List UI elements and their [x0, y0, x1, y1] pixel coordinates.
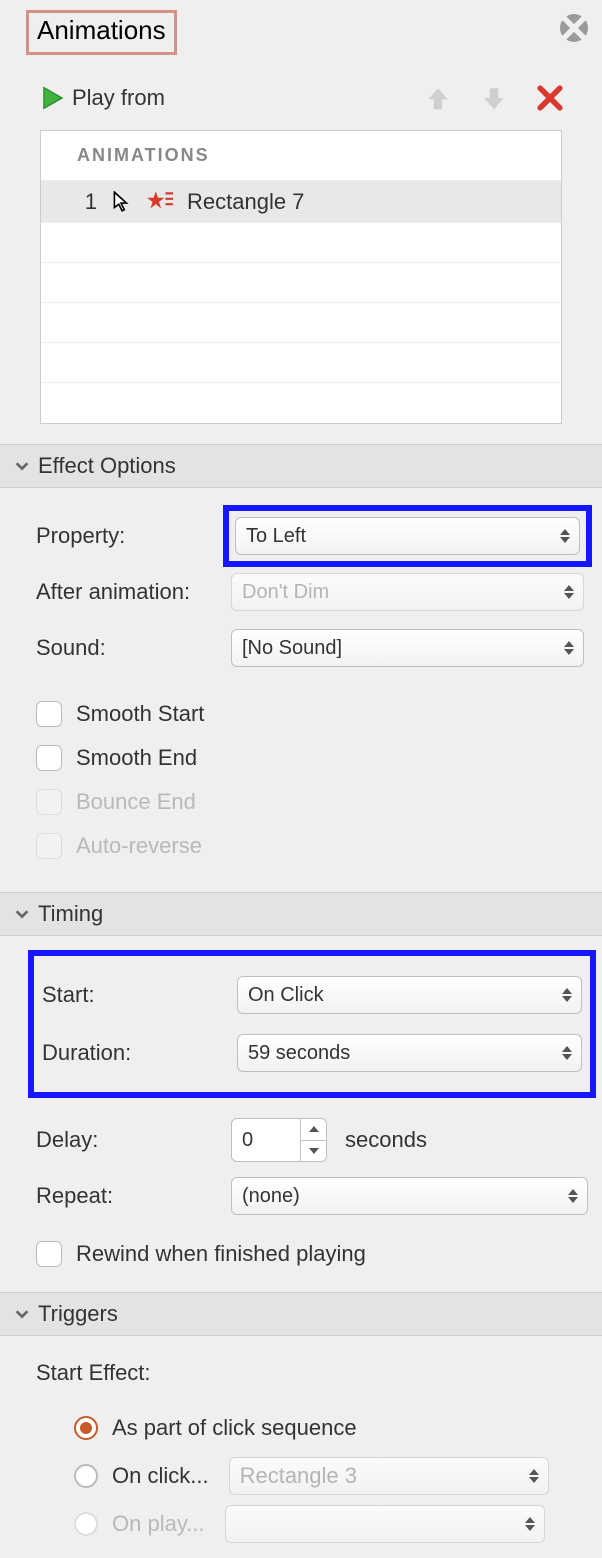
smooth-end-check[interactable]: Smooth End — [36, 736, 602, 780]
delay-label: Delay: — [36, 1127, 231, 1153]
repeat-label: Repeat: — [36, 1183, 231, 1209]
check-label: Auto-reverse — [76, 833, 202, 859]
list-item-empty — [41, 263, 561, 303]
delete-button[interactable] — [536, 84, 564, 112]
checkbox-icon — [36, 789, 62, 815]
check-label: Smooth End — [76, 745, 197, 771]
list-item[interactable]: 1 Rectangle 7 — [41, 181, 561, 223]
checkbox-icon — [36, 701, 62, 727]
section-timing[interactable]: Timing — [0, 892, 602, 936]
onclick-target-select[interactable]: Rectangle 3 — [229, 1457, 549, 1495]
onplay-target-select — [225, 1505, 545, 1543]
sound-label: Sound: — [36, 635, 231, 661]
repeat-value: (none) — [242, 1185, 300, 1208]
after-animation-label: After animation: — [36, 579, 231, 605]
highlight-box: To Left — [223, 505, 592, 567]
start-select[interactable]: On Click — [237, 976, 582, 1014]
section-title: Timing — [38, 901, 103, 927]
move-down-button[interactable] — [480, 84, 508, 112]
section-title: Effect Options — [38, 453, 176, 479]
rewind-check[interactable]: Rewind when finished playing — [36, 1232, 588, 1276]
timing-form: Start: On Click Duration: 59 seconds Del… — [0, 936, 602, 1292]
trigger-onclick-radio[interactable]: On click... Rectangle 3 — [36, 1452, 588, 1500]
panel-header: Animations — [0, 0, 602, 58]
list-item-name: Rectangle 7 — [187, 189, 304, 215]
section-triggers[interactable]: Triggers — [0, 1292, 602, 1336]
property-value: To Left — [246, 525, 306, 548]
after-animation-select[interactable]: Don't Dim — [231, 573, 584, 611]
checkbox-icon — [36, 833, 62, 859]
check-label: Rewind when finished playing — [76, 1241, 366, 1267]
checkbox-icon — [36, 1241, 62, 1267]
cursor-icon — [111, 191, 131, 213]
radio-icon — [74, 1464, 98, 1488]
chevron-down-icon — [14, 906, 30, 922]
move-up-button[interactable] — [424, 84, 452, 112]
start-effect-label: Start Effect: — [36, 1360, 588, 1386]
property-label: Property: — [36, 523, 231, 549]
check-label: Smooth Start — [76, 701, 204, 727]
radio-label: On play... — [112, 1511, 205, 1537]
list-header: ANIMATIONS — [41, 131, 561, 181]
list-item-index: 1 — [81, 189, 97, 215]
stepper-down-icon[interactable] — [301, 1141, 326, 1162]
repeat-select[interactable]: (none) — [231, 1177, 588, 1215]
duration-select[interactable]: 59 seconds — [237, 1034, 582, 1072]
radio-label: As part of click sequence — [112, 1415, 357, 1441]
trigger-sequence-radio[interactable]: As part of click sequence — [36, 1404, 588, 1452]
effect-checks: Smooth Start Smooth End Bounce End Auto-… — [0, 686, 602, 892]
sound-select[interactable]: [No Sound] — [231, 629, 584, 667]
section-effect-options[interactable]: Effect Options — [0, 444, 602, 488]
panel-title: Animations — [26, 10, 177, 55]
auto-reverse-check: Auto-reverse — [36, 824, 602, 868]
duration-value: 59 seconds — [248, 1042, 350, 1065]
bounce-end-check: Bounce End — [36, 780, 602, 824]
list-item-empty — [41, 223, 561, 263]
stepper-up-icon[interactable] — [301, 1119, 326, 1141]
triggers-form: Start Effect: As part of click sequence … — [0, 1336, 602, 1558]
close-panel-button[interactable] — [560, 14, 588, 42]
play-toolbar: Play from — [0, 58, 602, 122]
section-title: Triggers — [38, 1301, 118, 1327]
trigger-onplay-radio: On play... — [36, 1500, 588, 1548]
animations-list: ANIMATIONS 1 Rectangle 7 — [40, 130, 562, 424]
play-from-button[interactable]: Play from — [72, 85, 165, 111]
effect-form: Property: To Left After animation: Don't… — [0, 488, 602, 686]
chevron-down-icon — [14, 1306, 30, 1322]
play-icon[interactable] — [40, 85, 66, 111]
onclick-target-value: Rectangle 3 — [240, 1463, 357, 1489]
sound-value: [No Sound] — [242, 637, 342, 660]
start-value: On Click — [248, 984, 324, 1007]
delay-input[interactable]: 0 — [231, 1118, 327, 1162]
delay-value: 0 — [242, 1129, 253, 1152]
animations-panel: Animations Play from ANIMATIONS 1 — [0, 0, 602, 1534]
checkbox-icon — [36, 745, 62, 771]
start-label: Start: — [42, 982, 237, 1008]
radio-label: On click... — [112, 1463, 209, 1489]
radio-icon — [74, 1416, 98, 1440]
smooth-start-check[interactable]: Smooth Start — [36, 692, 602, 736]
list-item-empty — [41, 383, 561, 423]
highlight-box: Start: On Click Duration: 59 seconds — [28, 950, 596, 1098]
emphasis-icon — [145, 189, 173, 215]
property-select[interactable]: To Left — [235, 517, 580, 555]
radio-icon — [74, 1512, 98, 1536]
list-item-empty — [41, 303, 561, 343]
duration-label: Duration: — [42, 1040, 237, 1066]
check-label: Bounce End — [76, 789, 196, 815]
delay-unit: seconds — [345, 1127, 427, 1153]
list-item-empty — [41, 343, 561, 383]
close-icon — [560, 14, 588, 42]
chevron-down-icon — [14, 458, 30, 474]
after-animation-value: Don't Dim — [242, 581, 329, 604]
